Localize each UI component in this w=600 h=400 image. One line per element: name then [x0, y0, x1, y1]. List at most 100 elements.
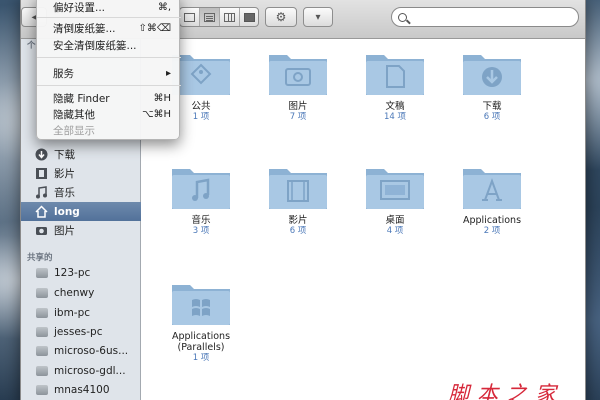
folder-item[interactable]: 下载 6 项	[447, 45, 537, 122]
sidebar-item-label: 影片	[54, 168, 75, 180]
item-count: 1 项	[192, 353, 210, 363]
sidebar-item-shared-pc[interactable]: ibm-pc	[21, 303, 141, 322]
sidebar-item-movies[interactable]: 影片	[21, 164, 141, 183]
menu-item-empty-trash[interactable]: 清倒废纸篓... ⇧⌘⌫	[37, 20, 181, 36]
finder-app-menu: 偏好设置... ⌘, 清倒废纸篓... ⇧⌘⌫ 安全清倒废纸篓... 服务 ▸ …	[36, 0, 181, 140]
menu-item-label: 隐藏其他	[53, 108, 95, 121]
folder-item[interactable]: 音乐 3 项	[156, 159, 246, 236]
sidebar-item-label: microso-6us...	[54, 344, 129, 357]
pc-icon	[35, 286, 48, 299]
view-icons-button[interactable]	[180, 8, 200, 26]
sidebar-section-shared: 共享的	[27, 253, 53, 263]
menu-item-label: 安全清倒废纸篓...	[53, 39, 137, 52]
coverflow-view-icon	[243, 12, 255, 22]
item-label: 桌面	[385, 215, 405, 226]
sidebar-section-places: 个	[27, 41, 36, 51]
pc-icon	[35, 344, 48, 357]
sidebar-item-home[interactable]: long	[21, 202, 141, 221]
list-view-icon	[204, 12, 215, 22]
sidebar-item-pictures[interactable]: 图片	[21, 221, 141, 240]
sidebar-item-label: jesses-pc	[54, 325, 103, 338]
icon-view-icon	[184, 12, 195, 22]
menu-separator	[37, 85, 181, 86]
menu-item-secure-empty-trash[interactable]: 安全清倒废纸篓...	[37, 37, 181, 53]
item-count: 6 项	[289, 226, 307, 236]
sidebar-item-label: mnas4100	[54, 383, 110, 396]
desktop-folder-icon	[366, 169, 424, 209]
download-icon	[35, 148, 48, 161]
item-count: 4 项	[386, 226, 404, 236]
arrange-button[interactable]: ▾	[303, 7, 333, 27]
menu-item-preferences[interactable]: 偏好设置... ⌘,	[37, 0, 181, 15]
item-label: 文稿	[385, 101, 405, 112]
sidebar-item-label: ibm-pc	[54, 306, 91, 319]
menu-item-label: 服务	[53, 67, 74, 80]
item-count: 3 项	[192, 226, 210, 236]
music-icon	[35, 186, 48, 199]
pc-icon	[35, 325, 48, 338]
item-label: 下载	[482, 101, 502, 112]
documents-folder-icon	[366, 55, 424, 95]
view-switcher[interactable]	[179, 7, 259, 27]
sidebar-item-label: 音乐	[54, 187, 75, 199]
pc-icon	[35, 306, 48, 319]
folder-item[interactable]: 影片 6 项	[253, 159, 343, 236]
menu-separator	[37, 17, 181, 18]
home-icon	[35, 205, 48, 218]
item-count: 2 项	[483, 226, 501, 236]
sidebar-item-label: microso-gdl...	[54, 364, 126, 377]
sidebar-item-downloads[interactable]: 下载	[21, 145, 141, 164]
folder-item[interactable]: Applications 2 项	[447, 159, 537, 236]
menu-item-shortcut: ⌘,	[157, 1, 171, 13]
menu-item-hide-others[interactable]: 隐藏其他 ⌥⌘H	[37, 106, 181, 122]
folder-item[interactable]: 图片 7 项	[253, 45, 343, 122]
item-count: 7 项	[289, 112, 307, 122]
menu-separator	[37, 57, 181, 58]
sidebar-item-music[interactable]: 音乐	[21, 183, 141, 202]
view-list-button[interactable]	[200, 8, 220, 26]
pc-icon	[35, 383, 48, 396]
sidebar-item-shared-pc[interactable]: microso-gdl...	[21, 361, 141, 380]
item-label: 影片	[288, 215, 308, 226]
downloads-folder-icon	[463, 55, 521, 95]
sidebar-item-label: long	[54, 205, 80, 218]
sidebar-item-shared-pc[interactable]: chenwy	[21, 283, 141, 302]
menu-item-hide-finder[interactable]: 隐藏 Finder ⌘H	[37, 90, 181, 106]
menu-item-label: 清倒废纸篓...	[53, 22, 116, 35]
windows-folder-icon	[172, 285, 230, 325]
submenu-arrow-icon: ▸	[165, 67, 171, 79]
menu-item-label: 偏好设置...	[53, 1, 106, 14]
menu-item-show-all: 全部显示	[37, 122, 181, 138]
search-input[interactable]	[411, 9, 571, 25]
item-label: 图片	[288, 101, 308, 112]
folder-item[interactable]: 桌面 4 项	[350, 159, 440, 236]
menu-item-label: 隐藏 Finder	[53, 92, 110, 105]
gear-icon: ⚙	[275, 10, 287, 24]
column-view-icon	[224, 12, 235, 22]
item-count: 6 项	[483, 112, 501, 122]
movies-folder-icon	[269, 169, 327, 209]
pc-icon	[35, 364, 48, 377]
view-columns-button[interactable]	[220, 8, 240, 26]
folder-item[interactable]: Applications (Parallels) 1 项	[156, 275, 246, 363]
menu-item-shortcut: ⇧⌘⌫	[138, 22, 171, 34]
action-menu-button[interactable]: ⚙	[265, 7, 297, 27]
folder-item[interactable]: 文稿 14 项	[350, 45, 440, 122]
search-field[interactable]	[391, 7, 579, 27]
view-coverflow-button[interactable]	[240, 8, 258, 26]
item-label: Applications (Parallels)	[171, 331, 231, 353]
sidebar-item-shared-pc[interactable]: mnas4100	[21, 380, 141, 399]
search-icon	[398, 12, 407, 22]
applications-folder-icon	[463, 169, 521, 209]
menu-item-services[interactable]: 服务 ▸	[37, 65, 181, 81]
item-count: 14 项	[383, 112, 407, 122]
sidebar-item-label: chenwy	[54, 286, 95, 299]
sidebar-item-shared-pc[interactable]: 123-pc	[21, 263, 141, 282]
grid-arrange-icon: ▾	[315, 11, 321, 23]
music-folder-icon	[172, 169, 230, 209]
sidebar-item-shared-pc[interactable]: microso-6us...	[21, 341, 141, 360]
sidebar-item-label: 123-pc	[54, 266, 91, 279]
sidebar-item-shared-pc[interactable]: jesses-pc	[21, 322, 141, 341]
file-browser: 公共 1 项 图片 7 项 文稿 14 项 下载 6 项 音乐 3 项 影片 6…	[141, 39, 585, 400]
item-label: 音乐	[191, 215, 211, 226]
